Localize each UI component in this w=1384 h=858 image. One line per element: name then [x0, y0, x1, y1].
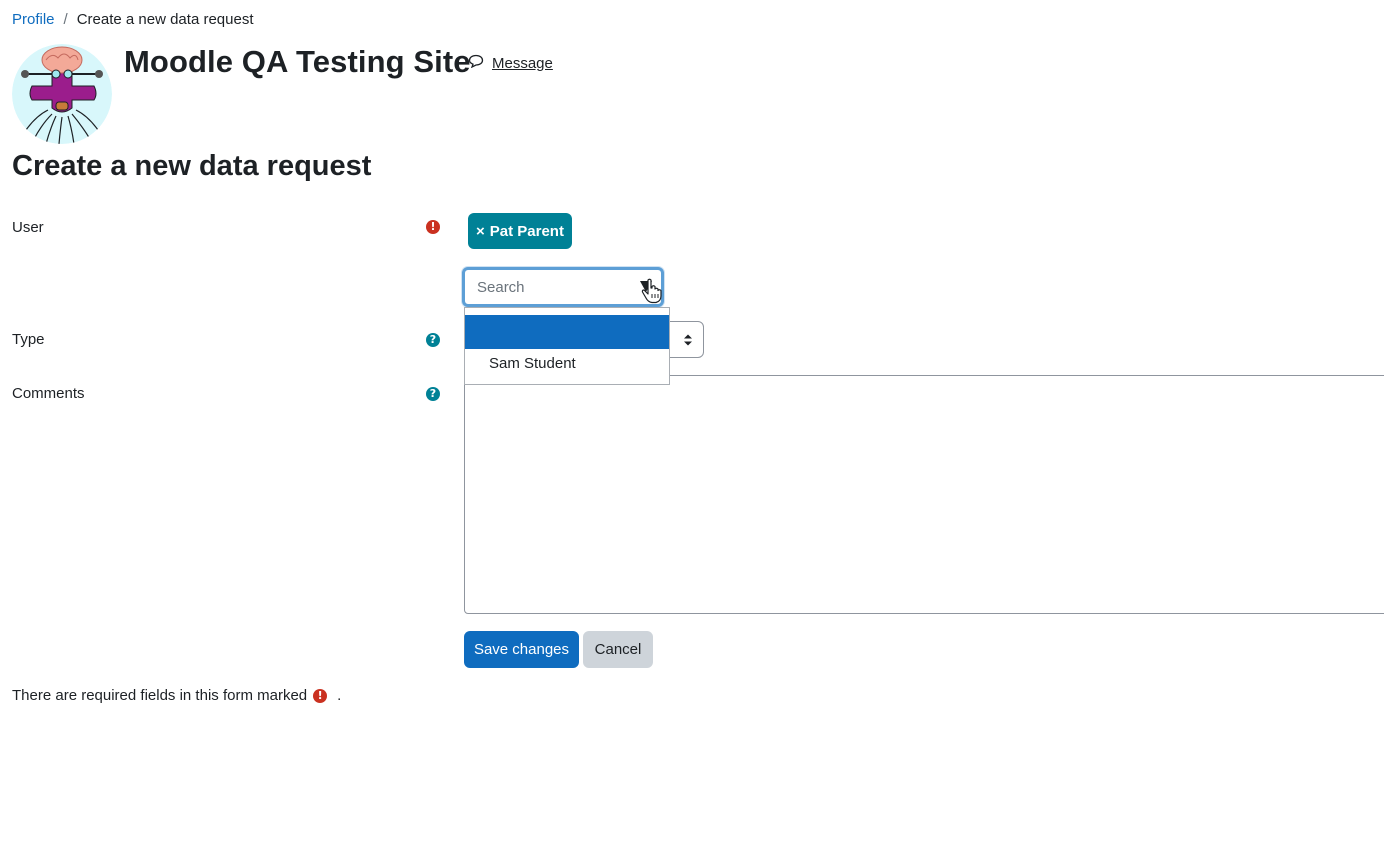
- type-label: Type: [12, 331, 45, 348]
- cancel-button[interactable]: Cancel: [583, 631, 653, 668]
- selected-user-name: Pat Parent: [489, 222, 564, 240]
- message-label: Message: [492, 54, 553, 72]
- site-avatar: [12, 44, 112, 144]
- user-label: User: [12, 219, 44, 236]
- required-note-text: There are required fields in this form m…: [12, 687, 308, 704]
- user-suggestions-list: Sam Student: [464, 307, 670, 385]
- page-title: Create a new data request: [12, 150, 372, 182]
- breadcrumb: Profile / Create a new data request: [12, 11, 253, 28]
- breadcrumb-current: Create a new data request: [76, 11, 254, 28]
- remove-icon[interactable]: ×: [476, 223, 485, 240]
- suggestion-option[interactable]: Sam Student: [489, 355, 576, 372]
- required-icon: !: [313, 688, 328, 703]
- required-note-period: .: [337, 687, 342, 704]
- select-updown-icon: [684, 334, 692, 346]
- breadcrumb-separator: /: [63, 11, 68, 28]
- site-title: Moodle QA Testing Site: [124, 44, 471, 79]
- required-fields-note: There are required fields in this form m…: [12, 687, 341, 704]
- comments-label: Comments: [12, 385, 85, 402]
- type-help-icon[interactable]: ?: [426, 333, 440, 347]
- required-icon: !: [426, 220, 440, 234]
- save-changes-button[interactable]: Save changes: [464, 631, 579, 668]
- hand-cursor-icon: [641, 278, 662, 304]
- comments-help-icon[interactable]: ?: [426, 387, 440, 401]
- user-search-input[interactable]: [465, 270, 661, 304]
- selected-user-tag[interactable]: × Pat Parent: [468, 213, 572, 249]
- suggestion-option-selected[interactable]: [465, 315, 669, 349]
- user-search-box[interactable]: [462, 267, 664, 307]
- speech-bubble-icon: [468, 54, 484, 72]
- message-link[interactable]: Message: [468, 54, 553, 72]
- breadcrumb-profile-link[interactable]: Profile: [12, 11, 55, 28]
- comments-textarea[interactable]: [464, 375, 1384, 614]
